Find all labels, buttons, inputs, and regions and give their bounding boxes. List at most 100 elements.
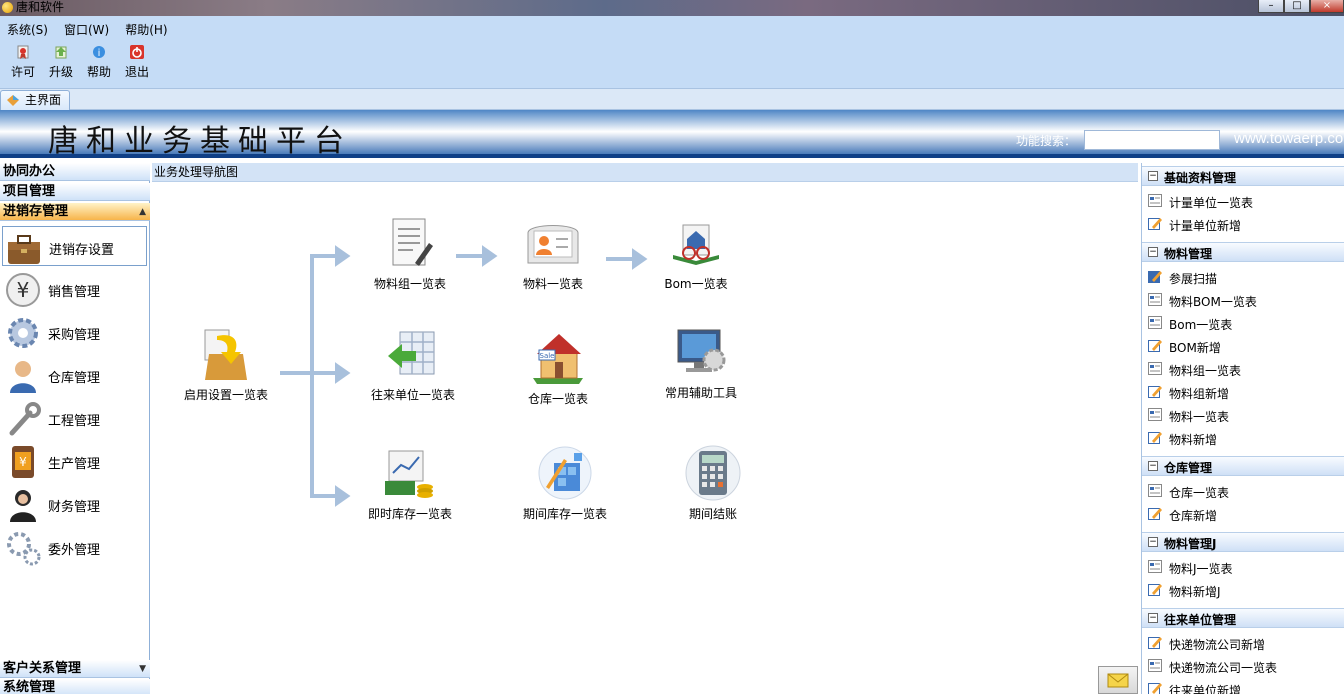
group-material-j[interactable]: − 物料管理J (1142, 532, 1344, 552)
tab-main[interactable]: 主界面 (0, 90, 71, 110)
platform-title: 唐和业务基础平台 (48, 124, 352, 158)
app-icon (2, 2, 13, 13)
node-warehouse-list[interactable]: Sale 仓库一览表 (503, 328, 613, 407)
node-startup-settings[interactable]: 启用设置一览表 (171, 326, 281, 403)
link-material-j-add[interactable]: 物料新增J (1142, 579, 1344, 601)
sidebar-item-engineering[interactable]: 工程管理 (2, 398, 147, 438)
menu-help[interactable]: 帮助(H) (122, 21, 170, 39)
collapse-icon[interactable]: − (1148, 613, 1158, 623)
tab-main-label: 主界面 (25, 93, 62, 107)
sidebar-item-inventory-settings[interactable]: 进销存设置 (2, 226, 147, 266)
link-warehouse-list[interactable]: 仓库一览表 (1142, 480, 1344, 502)
link-bom-list[interactable]: Bom一览表 (1142, 312, 1344, 334)
link-unit-list[interactable]: 计量单位一览表 (1142, 190, 1344, 212)
message-button[interactable] (1098, 666, 1138, 694)
group-inventory-label: 进销存管理 (3, 204, 69, 219)
node-material-list[interactable]: 物料一览表 (498, 215, 608, 292)
link-material-group-list[interactable]: 物料组一览表 (1142, 358, 1344, 380)
edit-icon (1148, 340, 1162, 352)
house-book-icon (673, 224, 719, 265)
group-inventory[interactable]: 进销存管理 ▲ (0, 203, 150, 221)
link-warehouse-add[interactable]: 仓库新增 (1142, 503, 1344, 525)
node-period-stock-list[interactable]: 期间库存一览表 (510, 445, 620, 522)
link-exhibition-scan[interactable]: 参展扫描 (1142, 266, 1344, 288)
calculator-icon (685, 445, 741, 501)
upgrade-button[interactable]: 升级 (42, 40, 80, 84)
sidebar-item-sales[interactable]: ¥ 销售管理 (2, 269, 147, 309)
link-material-add[interactable]: 物料新增 (1142, 427, 1344, 449)
group-project[interactable]: 项目管理 (0, 183, 150, 201)
link-material-list[interactable]: 物料一览表 (1142, 404, 1344, 426)
title-bar: 唐和软件 – □ × (0, 0, 1344, 16)
collapse-icon[interactable]: − (1148, 537, 1158, 547)
sidebar-item-production[interactable]: ¥ 生产管理 (2, 441, 147, 481)
navigation-map: 业务处理导航图 启用设置一览表 物料组一览表 物料一览表 Bom一览表 往来单位… (152, 163, 1138, 694)
help-button[interactable]: i 帮助 (80, 40, 118, 84)
edit-icon (1148, 683, 1162, 694)
node-aux-tools[interactable]: 常用辅助工具 (646, 326, 756, 401)
expand-down-icon[interactable]: ▼ (139, 660, 146, 678)
link-material-bom-list[interactable]: 物料BOM一览表 (1142, 289, 1344, 311)
menu-toolbar-band: 系统(S) 窗口(W) 帮助(H) 许可 升级 i 帮助 退出 (0, 16, 1344, 88)
window-title: 唐和软件 (16, 0, 65, 14)
website-link[interactable]: www.towaerp.com (1234, 130, 1344, 147)
list-icon (1148, 194, 1162, 207)
group-collaboration[interactable]: 协同办公 (0, 163, 150, 181)
woman-icon (10, 490, 36, 522)
briefcase-icon (8, 235, 40, 264)
box-arrow-icon (204, 329, 247, 380)
link-partner-add[interactable]: 往来单位新增 (1142, 678, 1344, 694)
node-period-closing[interactable]: 期间结账 (658, 445, 768, 522)
node-bom-list[interactable]: Bom一览表 (641, 215, 751, 292)
restore-button[interactable]: □ (1284, 0, 1310, 13)
sidebar-item-outsourcing[interactable]: 委外管理 (2, 527, 147, 567)
yen-coin-icon: ¥ (6, 273, 40, 307)
license-button[interactable]: 许可 (4, 40, 42, 84)
collapse-icon[interactable]: − (1148, 461, 1158, 471)
collapse-up-icon[interactable]: ▲ (139, 203, 146, 221)
exit-button[interactable]: 退出 (118, 40, 156, 84)
diamond-icon (7, 95, 19, 106)
link-material-j-list[interactable]: 物料J一览表 (1142, 556, 1344, 578)
sidebar-item-warehouse[interactable]: 仓库管理 (2, 355, 147, 395)
edit-icon (1148, 584, 1162, 596)
group-crm[interactable]: 客户关系管理 ▼ (0, 660, 150, 678)
group-partners[interactable]: − 往来单位管理 (1142, 608, 1344, 628)
menu-bar: 系统(S) 窗口(W) 帮助(H) (4, 21, 171, 39)
svg-text:¥: ¥ (17, 278, 30, 302)
collapse-icon[interactable]: − (1148, 171, 1158, 181)
menu-system[interactable]: 系统(S) (4, 21, 51, 39)
close-button[interactable]: × (1310, 0, 1344, 13)
house-sale-icon: Sale (533, 334, 583, 384)
edit-icon (1148, 508, 1162, 520)
link-courier-list[interactable]: 快递物流公司一览表 (1142, 655, 1344, 677)
contact-card-icon (527, 225, 579, 264)
monitor-gear-icon (677, 329, 726, 372)
list-icon (1148, 484, 1162, 497)
minimize-button[interactable]: – (1258, 0, 1284, 13)
collapse-icon[interactable]: − (1148, 247, 1158, 257)
list-icon (1148, 659, 1162, 672)
edit-icon (1148, 386, 1162, 398)
group-warehouse[interactable]: − 仓库管理 (1142, 456, 1344, 476)
edit-icon (1148, 218, 1162, 230)
edit-icon (1148, 432, 1162, 444)
node-partner-list[interactable]: 往来单位一览表 (358, 326, 468, 403)
link-bom-add[interactable]: BOM新增 (1142, 335, 1344, 357)
node-realtime-stock-list[interactable]: 即时库存一览表 (355, 447, 465, 522)
link-unit-add[interactable]: 计量单位新增 (1142, 213, 1344, 235)
sidebar-item-purchase[interactable]: 采购管理 (2, 312, 147, 352)
group-crm-label: 客户关系管理 (3, 661, 82, 676)
link-courier-add[interactable]: 快递物流公司新增 (1142, 632, 1344, 654)
function-search-input[interactable] (1084, 130, 1220, 150)
toolbar: 许可 升级 i 帮助 退出 (4, 40, 156, 86)
link-material-group-add[interactable]: 物料组新增 (1142, 381, 1344, 403)
group-basic-data[interactable]: − 基础资料管理 (1142, 166, 1344, 186)
group-system[interactable]: 系统管理 (0, 679, 150, 694)
phone-yen-icon: ¥ (12, 446, 34, 478)
sidebar-item-finance[interactable]: 财务管理 (2, 484, 147, 524)
menu-window[interactable]: 窗口(W) (61, 21, 112, 39)
node-material-group-list[interactable]: 物料组一览表 (355, 215, 465, 292)
banner: 唐和业务基础平台 功能搜索： www.towaerp.com (0, 110, 1344, 158)
group-material[interactable]: − 物料管理 (1142, 242, 1344, 262)
